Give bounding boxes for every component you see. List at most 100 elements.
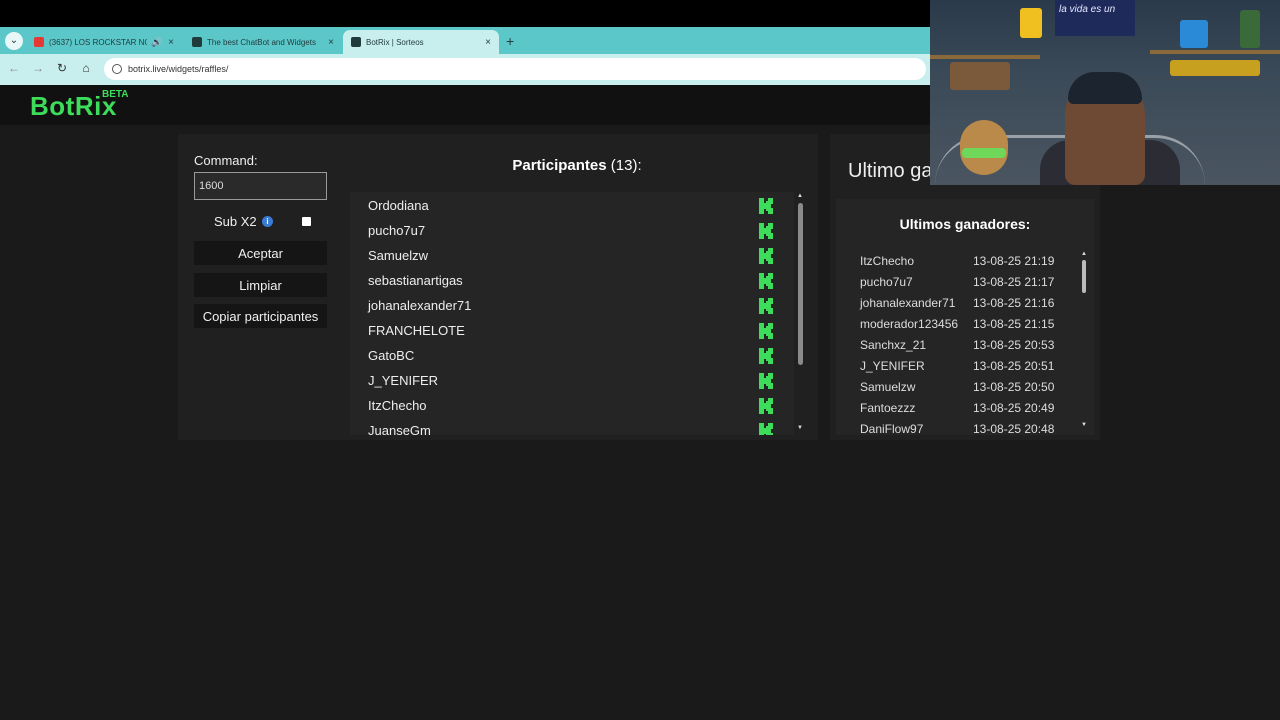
speaker-icon[interactable]: 🔊 [151, 37, 162, 48]
toy-figure [1240, 10, 1260, 48]
winner-time: 13-08-25 21:17 [973, 275, 1055, 289]
winner-time: 13-08-25 21:15 [973, 317, 1055, 331]
winner-row: Sanchxz_21 13-08-25 20:53 [860, 338, 1070, 358]
winner-name: Samuelzw [860, 380, 916, 394]
tab-label: BotRix | Sorteos [366, 37, 424, 47]
winner-time: 13-08-25 20:50 [973, 380, 1055, 394]
participant-row[interactable]: JuanseGm [350, 418, 794, 435]
command-label: Command: [194, 153, 258, 168]
winner-name: pucho7u7 [860, 275, 913, 289]
participants-list[interactable]: Ordodiana pucho7u7 Samuelzw sebastianart… [350, 192, 794, 435]
scroll-up-arrow-icon[interactable]: ▲ [797, 193, 803, 199]
back-icon[interactable]: ← [6, 61, 22, 75]
scroll-up-arrow-icon[interactable]: ▲ [1081, 251, 1087, 257]
winner-time: 13-08-25 20:53 [973, 338, 1055, 352]
tab-label: (3637) LOS ROCKSTAR NO [49, 37, 147, 47]
winner-time: 13-08-25 20:51 [973, 359, 1055, 373]
command-input[interactable] [194, 172, 327, 200]
winner-name: DaniFlow97 [860, 422, 924, 435]
tab-botrix-home[interactable]: The best ChatBot and Widgets × [184, 30, 342, 54]
winner-row: Samuelzw 13-08-25 20:50 [860, 380, 1070, 400]
site-info-icon[interactable] [112, 64, 122, 74]
neon-sign: la vida es un [1055, 0, 1135, 36]
kick-icon [759, 247, 773, 264]
kick-icon [759, 222, 773, 239]
scroll-down-arrow-icon[interactable]: ▼ [1081, 422, 1087, 428]
toy-figure [1020, 8, 1042, 38]
winners-scrollbar-thumb[interactable] [1082, 260, 1086, 293]
url-field[interactable]: botrix.live/widgets/raffles/ [104, 58, 926, 80]
reload-icon[interactable]: ↻ [54, 61, 70, 75]
subx2-label: Sub X2 [214, 214, 257, 229]
participant-name: sebastianartigas [368, 273, 463, 288]
participants-title: Participantes (13): [350, 157, 804, 174]
participant-row[interactable]: Ordodiana [350, 193, 794, 218]
winner-time: 13-08-25 20:48 [973, 422, 1055, 435]
winner-time: 13-08-25 21:19 [973, 254, 1055, 268]
winner-row: pucho7u7 13-08-25 21:17 [860, 275, 1070, 295]
kick-icon [759, 322, 773, 339]
close-tab-icon[interactable]: × [168, 37, 174, 48]
shelf [1150, 50, 1280, 54]
participant-name: pucho7u7 [368, 223, 426, 238]
close-tab-icon[interactable]: × [328, 37, 334, 48]
participant-name: ItzChecho [368, 398, 427, 413]
app-header: BotRix BETA [0, 85, 930, 125]
winner-row: J_YENIFER 13-08-25 20:51 [860, 359, 1070, 379]
address-bar-row: ← → ↻ ⌂ botrix.live/widgets/raffles/ [0, 54, 930, 85]
tab-youtube[interactable]: (3637) LOS ROCKSTAR NO 🔊 × [26, 30, 182, 54]
accept-button[interactable]: Aceptar [194, 241, 327, 265]
tab-botrix-raffles[interactable]: BotRix | Sorteos × [343, 30, 499, 54]
youtube-icon [34, 37, 44, 47]
plush-scarf [962, 148, 1006, 158]
winner-time: 13-08-25 21:16 [973, 296, 1055, 310]
participant-row[interactable]: Samuelzw [350, 243, 794, 268]
participant-name: GatoBC [368, 348, 415, 363]
copy-participants-button[interactable]: Copiar participantes [194, 304, 327, 328]
winner-row: DaniFlow97 13-08-25 20:48 [860, 422, 1070, 435]
participant-row[interactable]: sebastianartigas [350, 268, 794, 293]
home-icon[interactable]: ⌂ [78, 61, 94, 75]
participant-name: FRANCHELOTE [368, 323, 465, 338]
toy-blaster [1170, 60, 1260, 76]
participant-name: johanalexander71 [368, 298, 472, 313]
participant-row[interactable]: FRANCHELOTE [350, 318, 794, 343]
participant-row[interactable]: GatoBC [350, 343, 794, 368]
winner-name: ItzChecho [860, 254, 915, 268]
url-text: botrix.live/widgets/raffles/ [128, 64, 229, 74]
participants-scrollbar-thumb[interactable] [798, 203, 803, 365]
subx2-checkbox[interactable] [302, 217, 311, 226]
winners-list-title: Ultimos ganadores: [899, 216, 1031, 232]
participant-row[interactable]: pucho7u7 [350, 218, 794, 243]
participant-row[interactable]: ItzChecho [350, 393, 794, 418]
last-winner-title: Ultimo ga [848, 160, 933, 182]
toy-figure [1180, 20, 1208, 48]
participants-count: (13): [610, 157, 642, 174]
winner-name: johanalexander71 [860, 296, 956, 310]
webcam-overlay: la vida es un [930, 0, 1280, 185]
kick-icon [759, 272, 773, 289]
participant-name: J_YENIFER [368, 373, 439, 388]
forward-icon[interactable]: → [30, 61, 46, 75]
info-icon[interactable]: i [262, 216, 273, 227]
winner-name: moderador123456 [860, 317, 959, 331]
beta-badge: BETA [102, 89, 129, 100]
winner-name: Sanchxz_21 [860, 338, 927, 352]
new-tab-button[interactable]: + [506, 33, 514, 49]
participant-name: Samuelzw [368, 248, 428, 263]
winner-row: Fantoezzz 13-08-25 20:49 [860, 401, 1070, 421]
winner-row: johanalexander71 13-08-25 21:16 [860, 296, 1070, 316]
participant-row[interactable]: johanalexander71 [350, 293, 794, 318]
scroll-down-arrow-icon[interactable]: ▼ [797, 425, 803, 431]
kick-icon [759, 197, 773, 214]
winner-time: 13-08-25 20:49 [973, 401, 1055, 415]
shelf [930, 55, 1040, 59]
tab-search-chevron-icon[interactable]: ⌄ [5, 32, 23, 50]
close-tab-icon[interactable]: × [485, 37, 491, 48]
clear-button[interactable]: Limpiar [194, 273, 327, 297]
winner-name: J_YENIFER [860, 359, 925, 373]
participant-row[interactable]: J_YENIFER [350, 368, 794, 393]
toy-figure [950, 62, 1010, 90]
botrix-favicon-icon [351, 37, 361, 47]
winner-row: ItzChecho 13-08-25 21:19 [860, 254, 1070, 274]
